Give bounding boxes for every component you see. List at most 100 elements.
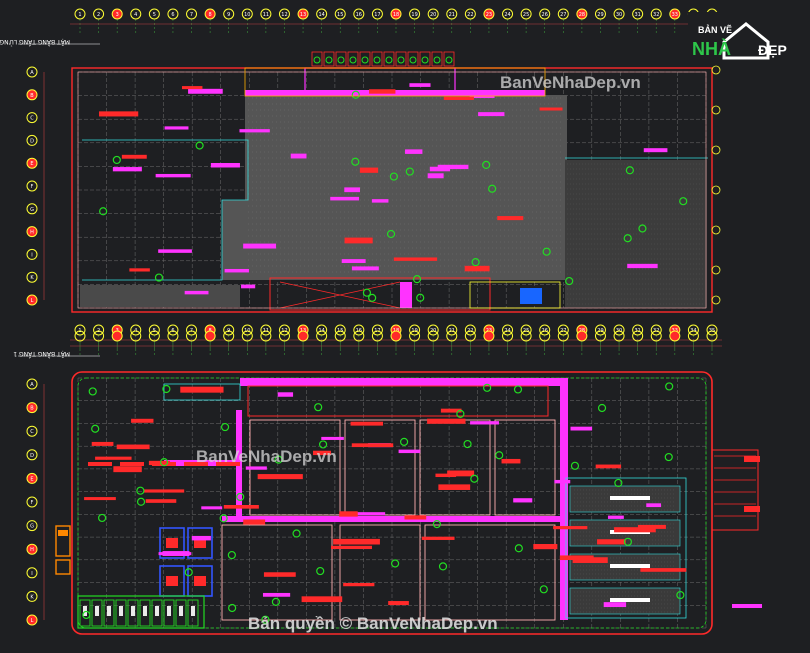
stall-fixture [131,606,135,616]
magenta-corridor [222,516,562,522]
magenta-label-bar [241,284,256,289]
red-label-bar [223,504,259,509]
red-label-bar [257,474,303,480]
axis-bubble-label: 33 [672,12,678,18]
magenta-label-bar [344,187,361,193]
red-label-bar [443,96,474,100]
bottom-plan-title: MẶT BẰNG TẦNG 1 [13,350,70,358]
red-label-bar [359,167,379,173]
axis-bubble-label: 8 [209,12,212,18]
red-label-bar [350,421,384,426]
fixture [166,576,178,586]
axis-bubble-label: 18 [393,12,399,18]
red-label-bar [447,470,475,477]
hatched-area [80,285,240,307]
red-label-bar [344,237,373,244]
red-label-bar [181,86,203,90]
red-label-bar [393,257,438,261]
magenta-label-bar [341,259,366,263]
axis-bubble-label: 16 [356,12,362,18]
red-label-bar [744,506,760,512]
axis-bubble-label: I [31,571,32,577]
axis-bubble [111,330,123,342]
axis-bubble-label: 15 [337,12,343,18]
stall-fixture [191,606,195,616]
site-logo: BẢN VẼ NHÀ ĐẸP [688,12,798,64]
red-label-bar [539,107,563,111]
magenta-label-bar [607,515,624,519]
white-label-bar [610,564,650,568]
magenta-label-bar [409,83,431,87]
bottom-plan-title-group: MẶT BẰNG TẦNG 1 [13,350,70,358]
magenta-label-bar [478,112,505,117]
stall-fixture [143,606,147,616]
magenta-label-bar [398,449,421,454]
axis-bubble [390,330,402,342]
red-label-bar [533,544,558,550]
axis-bubble-label: 13 [300,12,306,18]
axis-bubble-label: 4 [134,12,137,18]
white-label-bar [610,598,650,602]
axis-bubble-label: A [30,382,34,388]
red-label-bar [637,524,666,529]
white-label-bar [610,496,650,500]
magenta-label-bar [243,243,277,249]
red-label-bar [438,484,471,490]
axis-bubble-label: 17 [374,12,380,18]
magenta-label-bar [191,535,211,541]
red-label-bar [404,515,427,520]
axis-bubble [297,330,309,342]
axis-bubble-label: C [30,116,34,122]
red-label-bar [553,526,588,530]
cad-drawing-viewport: 1 2 3 4 5 6 7 8 9 10 11 12 13 14 15 16 17 18 19 20 21 22 23 24 2… [0,0,810,653]
axis-bubble-label: 1 [78,12,81,18]
axis-bubble-label: A [30,70,34,76]
axis-bubble-label: 29 [597,12,603,18]
axis-bubble-label: 7 [190,12,193,18]
watermark-top: BanVeNhaDep.vn [500,73,641,92]
axis-bubble-label: 23 [486,12,492,18]
red-label-bar [333,538,380,545]
magenta-block [400,282,412,308]
magenta-label-bar [245,466,267,470]
red-label-bar [595,464,622,469]
magenta-corridor [560,380,568,620]
axis-bubble-label: F [31,500,34,506]
stall-fixture [155,606,159,616]
magenta-label-bar [290,153,307,159]
magenta-label-bar [184,290,209,295]
magenta-label-bar [603,602,627,608]
axis-bubble-label: 32 [653,12,659,18]
axis-bubble [669,330,681,342]
magenta-label-bar [224,268,249,273]
magenta-label-bar [732,604,762,608]
magenta-label-bar [321,436,344,440]
red-label-bar [113,466,142,473]
axis-bubble-label: F [31,184,34,190]
red-label-bar [351,443,394,448]
red-label-bar [120,462,144,466]
magenta-label-bar [643,148,668,153]
red-label-bar [497,216,524,221]
axis-bubble-label: 30 [616,12,622,18]
axis-bubble-label: 31 [634,12,640,18]
magenta-label-bar [162,551,190,556]
red-label-bar [145,499,177,503]
red-label-bar [121,154,147,159]
red-label-bar [263,572,296,577]
axis-bubble [483,330,495,342]
logo-word-right: ĐẸP [758,42,787,58]
red-label-bar [143,489,185,493]
axis-bubble-label: 3 [116,12,119,18]
red-label-bar [129,268,150,272]
axis-bubble-label: 12 [281,12,287,18]
magenta-label-bar [646,503,662,508]
axis-bubble-label: G [30,524,34,530]
axis-bubble-label: 27 [560,12,566,18]
magenta-label-bar [513,498,533,503]
axis-bubble-label: D [30,453,34,459]
axis-bubble-label: E [30,476,33,482]
red-label-bar [369,89,396,94]
axis-bubble-label: 2 [97,12,100,18]
magenta-label-bar [277,392,294,397]
